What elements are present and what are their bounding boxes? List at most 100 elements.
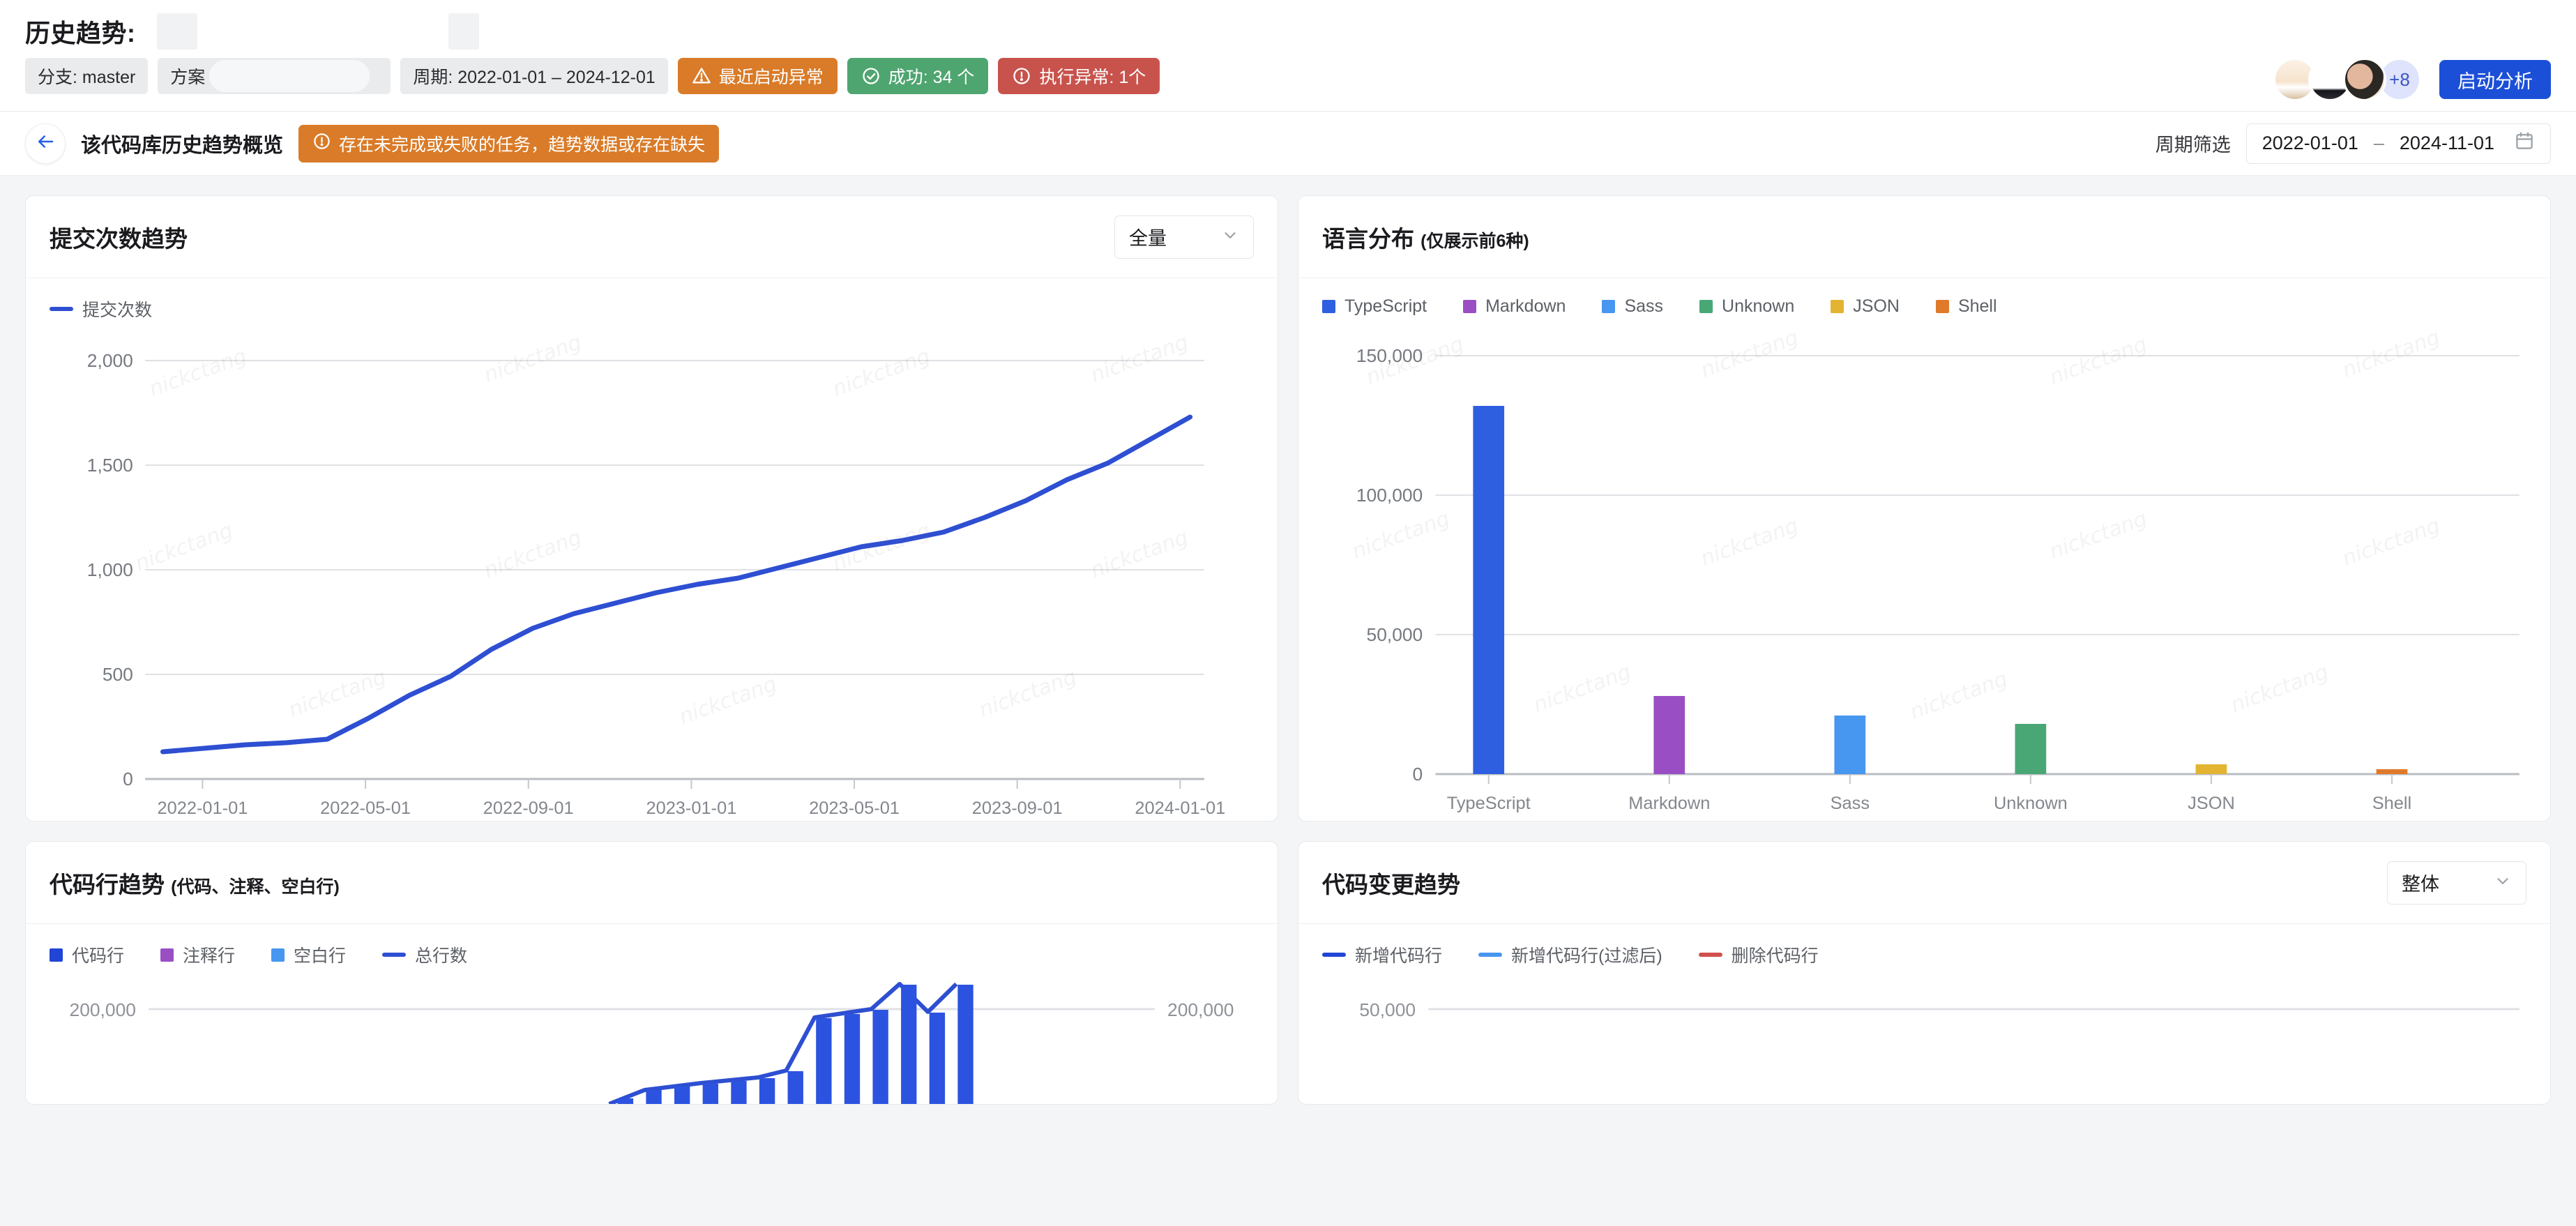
- legend-line-marker: [1698, 953, 1722, 957]
- status-badge-label: 成功: 34 个: [888, 68, 975, 87]
- legend-label: 新增代码行: [1355, 946, 1443, 966]
- legend-color-swatch: [160, 948, 174, 962]
- legend-item[interactable]: Markdown: [1463, 296, 1566, 317]
- svg-text:2022-09-01: 2022-09-01: [483, 799, 574, 818]
- check-circle-icon: [861, 66, 881, 86]
- date-range-separator: –: [2373, 133, 2384, 153]
- legend-color-swatch: [1699, 300, 1713, 313]
- code-change-scope-select[interactable]: 整体: [2387, 861, 2526, 905]
- branch-chip[interactable]: 分支: master: [25, 58, 149, 94]
- dashboard-grid: 提交次数趋势 全量 提交次数 nickctang nickctang nickc: [0, 176, 2576, 1124]
- bar-shell: [2376, 769, 2408, 774]
- svg-text:Markdown: Markdown: [1628, 794, 1710, 813]
- legend-label: 总行数: [415, 946, 468, 966]
- legend-color-swatch: [1602, 300, 1616, 313]
- chart-legend: 新增代码行 新增代码行(过滤后) 删除代码行: [1322, 942, 2526, 967]
- legend-item[interactable]: 提交次数: [50, 296, 152, 321]
- incomplete-tasks-alert: 存在未完成或失败的任务，趋势数据或存在缺失: [298, 124, 720, 162]
- svg-text:500: 500: [103, 664, 133, 685]
- sub-header: 该代码库历史趋势概览 存在未完成或失败的任务，趋势数据或存在缺失 周期筛选 20…: [0, 112, 2576, 176]
- card-title: 提交次数趋势: [50, 225, 188, 252]
- period-filter-group: 周期筛选 2022-01-01 – 2024-11-01: [2155, 123, 2551, 164]
- card-header: 代码行趋势 (代码、注释、空白行): [26, 842, 1278, 924]
- page-title: 历史趋势:: [25, 19, 136, 47]
- date-range-picker[interactable]: 2022-01-01 – 2024-11-01: [2245, 123, 2551, 164]
- plan-chip[interactable]: 方案: [158, 58, 391, 94]
- legend-item[interactable]: Sass: [1602, 296, 1663, 317]
- start-analysis-button[interactable]: 启动分析: [2439, 60, 2551, 99]
- language-distribution-plot: nickctang nickctang nickctang nickctang …: [1322, 328, 2526, 816]
- status-badge-label: 最近启动异常: [718, 68, 824, 87]
- legend-label: 提交次数: [82, 301, 153, 320]
- status-badge-success[interactable]: 成功: 34 个: [847, 58, 989, 94]
- legend-label: Sass: [1624, 296, 1664, 316]
- legend-label: TypeScript: [1344, 296, 1427, 316]
- legend-color-swatch: [1322, 300, 1335, 313]
- plan-redacted-value: [209, 60, 370, 92]
- svg-text:JSON: JSON: [2188, 794, 2235, 813]
- title-row: 历史趋势:: [25, 10, 2551, 53]
- card-body: 提交次数 nickctang nickctang nickctang nickc…: [26, 278, 1278, 821]
- period-chip: 周期: 2022-01-01 – 2024-12-01: [400, 58, 668, 94]
- svg-text:0: 0: [123, 769, 133, 789]
- commit-trend-scope-select[interactable]: 全量: [1114, 215, 1254, 259]
- code-change-trend-plot: 50,000: [1322, 978, 2526, 1104]
- chart-legend: TypeScript Markdown Sass Unknown JSON Sh…: [1322, 296, 2526, 317]
- legend-line-marker: [1478, 953, 1503, 957]
- legend-item[interactable]: 删除代码行: [1698, 942, 1819, 967]
- card-header: 语言分布 (仅展示前6种): [1298, 196, 2550, 278]
- legend-line-marker: [1322, 953, 1346, 957]
- svg-text:2022-01-01: 2022-01-01: [158, 799, 248, 818]
- legend-item[interactable]: 注释行: [160, 942, 235, 967]
- status-badge-label: 执行异常: 1个: [1039, 68, 1146, 87]
- svg-text:2,000: 2,000: [87, 350, 133, 371]
- legend-item[interactable]: Unknown: [1699, 296, 1794, 317]
- exclamation-circle-icon: [1012, 66, 1031, 86]
- svg-text:1,500: 1,500: [87, 455, 133, 476]
- legend-item[interactable]: Shell: [1935, 296, 1997, 317]
- legend-item[interactable]: TypeScript: [1322, 296, 1427, 317]
- legend-item[interactable]: 代码行: [50, 942, 124, 967]
- legend-item[interactable]: 新增代码行(过滤后): [1478, 942, 1662, 967]
- avatar[interactable]: [2343, 58, 2386, 101]
- calendar-icon[interactable]: [2514, 130, 2535, 156]
- legend-color-swatch: [1831, 300, 1844, 313]
- svg-text:150,000: 150,000: [1356, 345, 1423, 366]
- card-title: 代码变更趋势: [1322, 871, 1460, 898]
- date-range-start[interactable]: 2022-01-01: [2262, 133, 2358, 154]
- legend-color-swatch: [1463, 300, 1477, 313]
- chart-legend: 提交次数: [50, 296, 1254, 321]
- legend-label: Shell: [1957, 296, 1997, 316]
- svg-text:2022-05-01: 2022-05-01: [320, 799, 411, 818]
- select-value: 整体: [2402, 874, 2439, 895]
- card-title-main: 语言分布: [1322, 225, 1414, 252]
- bar-markdown: [1653, 696, 1685, 774]
- warning-triangle-icon: [692, 66, 711, 86]
- svg-text:TypeScript: TypeScript: [1447, 794, 1531, 813]
- exclamation-circle-icon: [312, 132, 331, 156]
- arrow-left-icon: [35, 131, 56, 156]
- legend-item[interactable]: JSON: [1831, 296, 1900, 317]
- back-button[interactable]: [25, 123, 66, 164]
- bar-unknown: [2015, 724, 2047, 774]
- svg-text:2023-01-01: 2023-01-01: [646, 799, 736, 818]
- status-badge-startup-anomaly[interactable]: 最近启动异常: [677, 58, 838, 94]
- redacted-block-2: [448, 13, 479, 50]
- svg-text:2023-05-01: 2023-05-01: [809, 799, 900, 818]
- status-badge-execution-error[interactable]: 执行异常: 1个: [998, 58, 1160, 94]
- legend-label: 注释行: [183, 946, 236, 966]
- date-range-end[interactable]: 2024-11-01: [2400, 133, 2494, 154]
- legend-item[interactable]: 空白行: [271, 942, 346, 967]
- legend-item[interactable]: 新增代码行: [1322, 942, 1442, 967]
- card-commit-trend: 提交次数趋势 全量 提交次数 nickctang nickctang nickc: [25, 195, 1278, 822]
- svg-text:0: 0: [1413, 764, 1423, 785]
- top-header: 历史趋势: 分支: master 方案 周期: 2022-01-01 – 202…: [0, 0, 2576, 112]
- code-line-trend-plot: 200,000 200,000: [50, 978, 1254, 1104]
- legend-item[interactable]: 总行数: [382, 942, 467, 967]
- legend-color-swatch: [271, 948, 285, 962]
- card-code-line-trend: 代码行趋势 (代码、注释、空白行) 代码行 注释行 空白行 总行数 200,00…: [25, 841, 1278, 1105]
- card-language-distribution: 语言分布 (仅展示前6种) TypeScript Markdown Sass U…: [1298, 195, 2551, 822]
- card-header: 代码变更趋势 整体: [1298, 842, 2550, 924]
- avatar-group[interactable]: +8: [2273, 58, 2421, 101]
- legend-color-swatch: [50, 948, 63, 962]
